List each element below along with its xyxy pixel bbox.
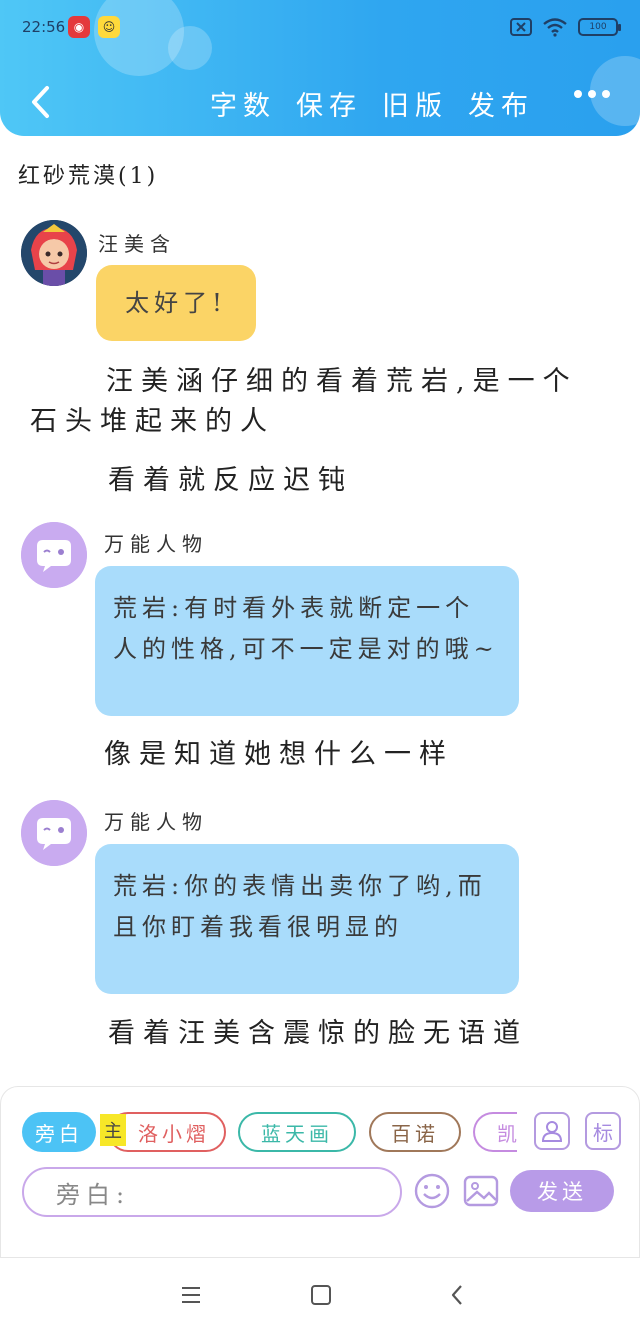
character-name: 万能人物 [104, 532, 208, 556]
narration-text[interactable]: 像是知道她想什么一样 [104, 735, 604, 775]
character-select-button[interactable] [534, 1112, 570, 1150]
status-icons: 100 [510, 16, 621, 38]
chip-kai[interactable]: 凯 [473, 1112, 517, 1152]
back-button[interactable] [22, 82, 58, 122]
battery-icon: 100 [578, 18, 621, 36]
sim-off-icon [510, 16, 532, 38]
dialogue-bubble[interactable]: 太好了! [96, 265, 256, 341]
more-dot-icon [588, 90, 596, 98]
more-menu-button[interactable] [574, 90, 610, 98]
chevron-left-icon [32, 86, 49, 118]
home-square-icon [311, 1285, 331, 1305]
send-button[interactable]: 发送 [510, 1170, 614, 1212]
home-button[interactable] [306, 1280, 336, 1310]
narration-text[interactable]: 看着就反应迟钝 [108, 461, 608, 501]
save-button[interactable]: 保存 [286, 84, 372, 123]
chip-bai-nuo[interactable]: 百诺 [369, 1112, 461, 1152]
image-button[interactable] [462, 1172, 500, 1210]
message-input[interactable]: 旁白: [22, 1167, 402, 1217]
main-character-badge: 主 [100, 1114, 126, 1146]
message-input-placeholder: 旁白: [56, 1180, 131, 1209]
tag-label: 标 [593, 1120, 613, 1145]
recent-apps-button[interactable] [176, 1280, 206, 1310]
user-icon [541, 1121, 563, 1142]
system-nav-bar [0, 1258, 640, 1333]
chevron-left-icon [451, 1285, 462, 1305]
dialogue-bubble[interactable]: 荒岩:有时看外表就断定一个人的性格,可不一定是对的哦~ [95, 566, 519, 716]
tag-button[interactable]: 标 [585, 1112, 621, 1150]
character-name: 万能人物 [104, 810, 208, 834]
avatar[interactable] [21, 522, 87, 588]
dialogue-bubble[interactable]: 荒岩:你的表情出卖你了哟,而且你盯着我看很明显的 [95, 844, 519, 994]
smiley-icon [414, 1173, 450, 1209]
story-title: 红砂荒漠(1) [18, 164, 159, 189]
status-bar: 22:56 ◉ ☺ 100 [0, 0, 640, 56]
wifi-icon [542, 16, 568, 38]
app-header: 22:56 ◉ ☺ 100 字数 保存 旧版 发布 [0, 0, 640, 136]
emoji-button[interactable] [413, 1172, 451, 1210]
system-back-button[interactable] [442, 1280, 472, 1310]
chip-kai-label: 凯 [497, 1118, 517, 1147]
old-version-button[interactable]: 旧版 [372, 84, 458, 123]
nav-bar: 字数 保存 旧版 发布 [0, 72, 640, 136]
status-time: 22:56 [22, 18, 66, 36]
narration-text[interactable]: 看着汪美含震惊的脸无语道 [108, 1014, 608, 1054]
narration-text[interactable]: 汪美涵仔细的看着荒岩,是一个石头堆起来的人 [30, 362, 610, 442]
chat-app-icon: ☺ [98, 16, 120, 38]
nav-actions: 字数 保存 旧版 发布 [200, 84, 544, 123]
image-icon [463, 1175, 499, 1207]
avatar[interactable] [21, 220, 87, 286]
chip-narration[interactable]: 旁白 [22, 1112, 96, 1152]
menu-icon [182, 1287, 200, 1303]
avatar[interactable] [21, 800, 87, 866]
publish-button[interactable]: 发布 [458, 84, 544, 123]
chip-lan-tianhua[interactable]: 蓝天画 [238, 1112, 356, 1152]
more-dot-icon [574, 90, 582, 98]
character-name: 汪美含 [98, 232, 176, 256]
more-dot-icon [602, 90, 610, 98]
word-count-button[interactable]: 字数 [200, 84, 286, 123]
netease-music-icon: ◉ [68, 16, 90, 38]
